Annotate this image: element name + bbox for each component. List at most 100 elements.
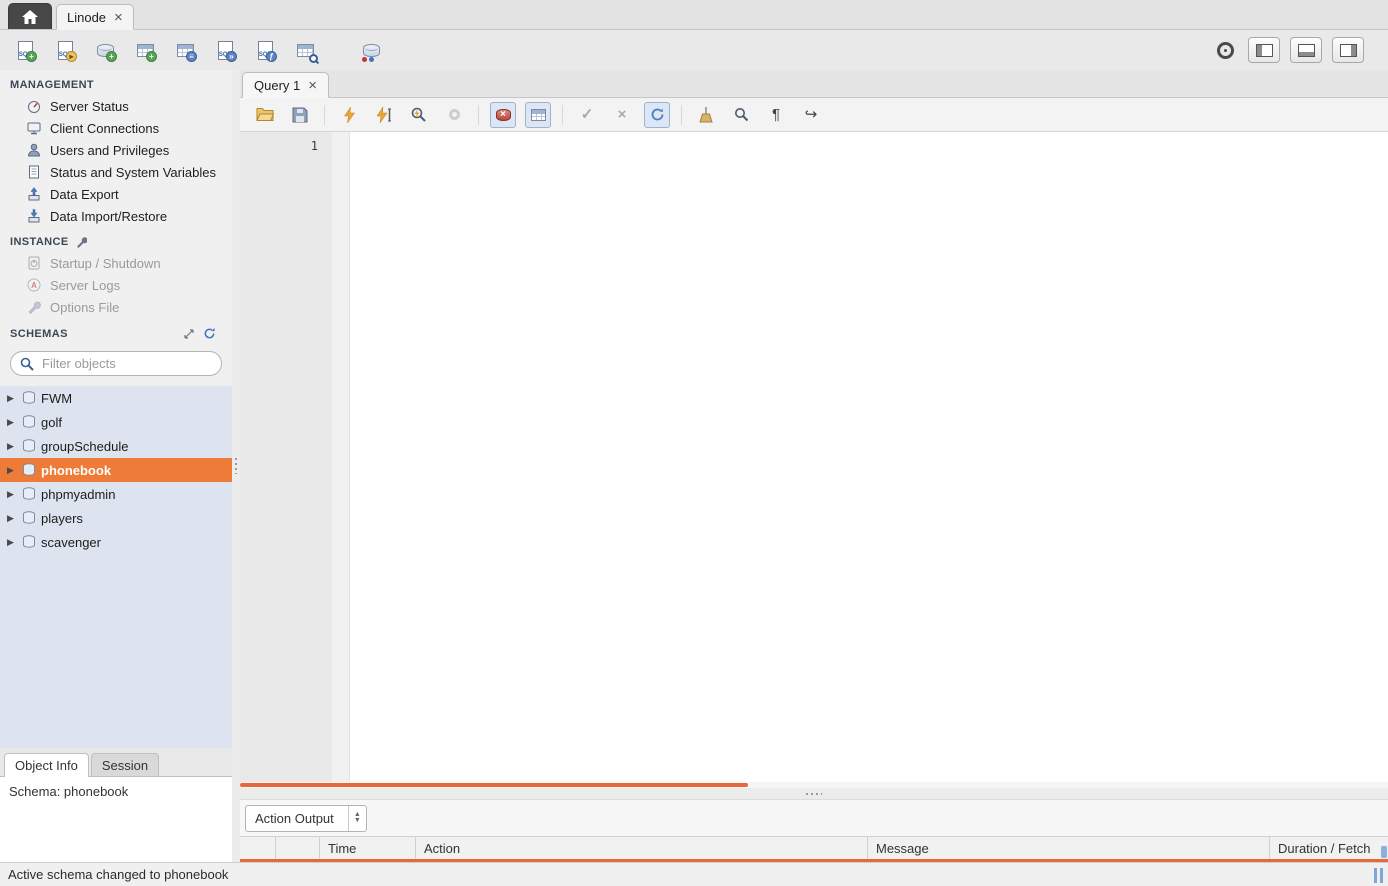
schema-icon	[22, 439, 36, 453]
line-number: 1	[311, 139, 318, 153]
limit-rows-toggle[interactable]	[525, 102, 551, 128]
schema-item-groupschedule[interactable]: ▶ groupSchedule	[0, 434, 232, 458]
save-script-button[interactable]	[287, 102, 313, 128]
output-panel: Action Output ▲▼ Time Action Message Dur…	[240, 799, 1388, 862]
close-tab-icon[interactable]: ×	[114, 10, 123, 25]
wrap-text-toggle[interactable]: ↪	[798, 102, 824, 128]
sidebar-item-client-connections[interactable]: Client Connections	[0, 117, 232, 139]
open-script-button[interactable]	[252, 102, 278, 128]
sql-editor-toolbar: ✓ × ¶ ↪	[240, 98, 1388, 132]
schema-item-scavenger[interactable]: ▶ scavenger	[0, 530, 232, 554]
output-type-label: Action Output	[255, 811, 348, 826]
sidebar-item-data-export[interactable]: Data Export	[0, 183, 232, 205]
execute-current-statement-button[interactable]	[371, 102, 397, 128]
sidebar-item-server-status[interactable]: Server Status	[0, 95, 232, 117]
view-badge-icon: ≡	[186, 51, 197, 62]
sidebar-item-system-variables[interactable]: Status and System Variables	[0, 161, 232, 183]
resize-grip[interactable]	[1374, 868, 1385, 883]
connection-tab-label: Linode	[67, 10, 106, 25]
refresh-icon[interactable]	[203, 327, 216, 340]
close-query-tab-icon[interactable]: ×	[308, 78, 317, 93]
server-status-icon	[26, 98, 42, 114]
find-button[interactable]	[728, 102, 754, 128]
autocommit-toggle[interactable]	[644, 102, 670, 128]
code-area[interactable]	[350, 132, 1388, 782]
search-table-data-button[interactable]	[292, 37, 318, 63]
sidebar-item-label: Server Logs	[50, 278, 120, 293]
execute-button[interactable]	[336, 102, 362, 128]
sidebar-item-data-import[interactable]: Data Import/Restore	[0, 205, 232, 227]
tab-label: Session	[102, 758, 148, 773]
toggle-left-panel-button[interactable]	[1248, 37, 1280, 63]
sidebar-item-options-file[interactable]: Options File	[0, 296, 232, 318]
tab-query-1[interactable]: Query 1 ×	[242, 72, 329, 98]
plus-badge-icon: +	[26, 51, 37, 62]
rollback-button[interactable]: ×	[609, 102, 635, 128]
output-splitter[interactable]	[240, 788, 1388, 799]
output-col-action: Action	[416, 837, 868, 859]
expand-arrow-icon[interactable]: ▶	[7, 465, 17, 476]
new-sql-tab-button[interactable]: SQL +	[12, 37, 38, 63]
create-procedure-button[interactable]: SQL »	[212, 37, 238, 63]
connection-tab[interactable]: Linode ×	[56, 4, 134, 30]
sidebar-item-server-logs[interactable]: A Server Logs	[0, 274, 232, 296]
commit-button[interactable]: ✓	[574, 102, 600, 128]
expand-arrow-icon[interactable]: ▶	[7, 393, 17, 404]
output-toolbar: Action Output ▲▼	[240, 800, 1388, 836]
expand-panel-icon[interactable]	[183, 328, 195, 340]
search-icon	[734, 107, 749, 122]
home-tab[interactable]	[8, 3, 52, 29]
magnifier-badge-icon	[309, 54, 318, 63]
expand-arrow-icon[interactable]: ▶	[7, 537, 17, 548]
create-table-button[interactable]: +	[132, 37, 158, 63]
schema-item-phpmyadmin[interactable]: ▶ phpmyadmin	[0, 482, 232, 506]
tab-object-info[interactable]: Object Info	[4, 753, 89, 777]
create-schema-button[interactable]: +	[92, 37, 118, 63]
schema-filter-input[interactable]	[40, 355, 212, 372]
status-bar: Active schema changed to phonebook	[0, 862, 1388, 886]
management-section-title: MANAGEMENT	[0, 70, 232, 95]
expand-arrow-icon[interactable]: ▶	[7, 441, 17, 452]
output-type-select[interactable]: Action Output ▲▼	[245, 805, 367, 832]
stop-on-error-toggle[interactable]	[490, 102, 516, 128]
schema-tree: ▶ FWM ▶ golf ▶ groupSchedule ▶ phonebook…	[0, 386, 232, 748]
output-vertical-scrollbar[interactable]	[1381, 846, 1387, 858]
beautify-button[interactable]	[693, 102, 719, 128]
data-import-icon	[26, 208, 42, 224]
reconnect-dbms-button[interactable]	[358, 37, 384, 63]
database-icon	[363, 44, 380, 57]
show-invisibles-toggle[interactable]: ¶	[763, 102, 789, 128]
create-function-button[interactable]: SQL ƒ	[252, 37, 278, 63]
right-panel-icon	[1340, 44, 1357, 57]
expand-arrow-icon[interactable]: ▶	[7, 513, 17, 524]
explain-button[interactable]	[406, 102, 432, 128]
output-col-message: Message	[868, 837, 1270, 859]
sidebar-item-users-privileges[interactable]: Users and Privileges	[0, 139, 232, 161]
sidebar-item-label: Options File	[50, 300, 119, 315]
scrollbar-thumb[interactable]	[240, 783, 748, 787]
select-spinner-icon[interactable]: ▲▼	[348, 806, 366, 831]
sidebar-info-tabs: Object Info Session	[0, 748, 232, 776]
stop-button[interactable]	[441, 102, 467, 128]
schema-item-golf[interactable]: ▶ golf	[0, 410, 232, 434]
status-text: Active schema changed to phonebook	[8, 867, 228, 882]
editor-horizontal-scrollbar[interactable]	[240, 782, 1388, 788]
open-folder-badge-icon: ▸	[66, 51, 77, 62]
schema-item-phonebook[interactable]: ▶ phonebook	[0, 458, 232, 482]
sql-editor[interactable]: 1	[240, 132, 1388, 782]
schema-item-fwm[interactable]: ▶ FWM	[0, 386, 232, 410]
tab-session[interactable]: Session	[91, 753, 159, 776]
toggle-right-panel-button[interactable]	[1332, 37, 1364, 63]
schema-item-players[interactable]: ▶ players	[0, 506, 232, 530]
open-sql-script-button[interactable]: SQL ▸	[52, 37, 78, 63]
output-col-index	[276, 837, 320, 859]
sidebar-item-label: Server Status	[50, 99, 129, 114]
sidebar-splitter[interactable]	[232, 70, 240, 862]
toggle-bottom-panel-button[interactable]	[1290, 37, 1322, 63]
sidebar-item-startup-shutdown[interactable]: Startup / Shutdown	[0, 252, 232, 274]
expand-arrow-icon[interactable]: ▶	[7, 417, 17, 428]
create-view-button[interactable]: ≡	[172, 37, 198, 63]
main-toolbar: SQL + SQL ▸ + + ≡ SQL » SQL ƒ	[0, 30, 1388, 70]
schema-label: scavenger	[41, 535, 101, 550]
expand-arrow-icon[interactable]: ▶	[7, 489, 17, 500]
